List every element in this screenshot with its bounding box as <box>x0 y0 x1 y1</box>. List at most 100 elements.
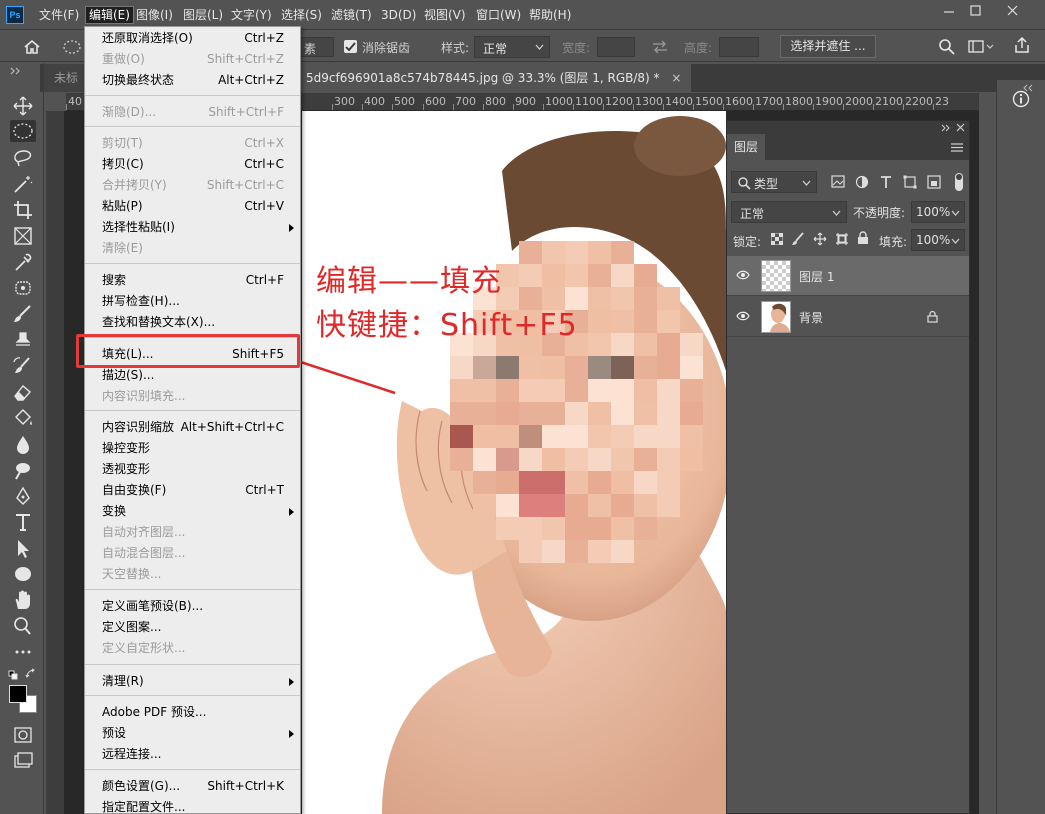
menu-image[interactable]: 图像(I) <box>133 7 176 25</box>
maximize-icon[interactable] <box>963 2 989 20</box>
eye-icon[interactable] <box>736 270 750 280</box>
ellipse-tool-icon[interactable] <box>10 563 36 585</box>
close-icon[interactable] <box>1000 2 1026 20</box>
menu-item-define-pattern[interactable]: 定义图案... <box>85 617 300 638</box>
lock-image-pixels-icon[interactable] <box>791 232 805 246</box>
clone-stamp-tool-icon[interactable] <box>10 329 36 351</box>
filter-adjustment-icon[interactable] <box>855 175 869 189</box>
hand-tool-icon[interactable] <box>10 589 36 611</box>
share-icon[interactable] <box>1013 36 1031 58</box>
menu-item-perspective-warp[interactable]: 透视变形 <box>85 459 300 480</box>
spot-healing-tool-icon[interactable] <box>10 277 36 299</box>
eye-icon[interactable] <box>736 311 750 321</box>
menu-select[interactable]: 选择(S) <box>278 7 325 25</box>
menu-item-assign-profile[interactable]: 指定配置文件... <box>85 797 300 814</box>
menu-item-paste-special[interactable]: 选择性粘贴(I) <box>85 217 300 238</box>
zoom-tool-icon[interactable] <box>10 615 36 637</box>
filter-pixel-icon[interactable] <box>831 175 845 188</box>
properties-info-icon[interactable] <box>1012 90 1030 108</box>
menu-filter[interactable]: 滤镜(T) <box>328 7 375 25</box>
menu-item-purge[interactable]: 清理(R) <box>85 671 300 692</box>
menu-item-transform[interactable]: 变换 <box>85 501 300 522</box>
eyedropper-tool-icon[interactable] <box>10 251 36 273</box>
layer-row-layer1[interactable]: 图层 1 <box>727 256 969 296</box>
swap-icon[interactable] <box>650 39 670 58</box>
menu-item-find-replace-text[interactable]: 查找和替换文本(X)... <box>85 312 300 333</box>
filter-shape-icon[interactable] <box>903 175 917 189</box>
menu-item-puppet-warp[interactable]: 操控变形 <box>85 438 300 459</box>
fill-field[interactable]: 100% <box>911 229 965 251</box>
path-selection-tool-icon[interactable] <box>10 537 36 559</box>
feather-field[interactable]: 素 <box>300 37 334 57</box>
menu-item-adobe-pdf-presets[interactable]: Adobe PDF 预设... <box>85 702 300 723</box>
lock-all-icon[interactable] <box>857 231 869 245</box>
elliptical-marquee-icon[interactable] <box>62 38 86 59</box>
style-select[interactable]: 正常 <box>474 36 550 58</box>
menu-item-remote-connections[interactable]: 远程连接... <box>85 744 300 765</box>
filter-smart-object-icon[interactable] <box>927 175 941 189</box>
layer-name[interactable]: 图层 1 <box>799 268 834 285</box>
lasso-tool-icon[interactable] <box>10 147 36 169</box>
width-field[interactable] <box>597 37 635 57</box>
menu-file[interactable]: 文件(F) <box>36 7 82 25</box>
search-icon[interactable] <box>938 38 956 59</box>
magic-wand-tool-icon[interactable] <box>10 173 36 195</box>
select-and-mask-button[interactable]: 选择并遮住 ... <box>780 35 876 58</box>
menu-help[interactable]: 帮助(H) <box>526 7 574 25</box>
screen-mode-icon[interactable] <box>10 750 36 772</box>
menu-layer[interactable]: 图层(L) <box>180 7 226 25</box>
dodge-tool-icon[interactable] <box>10 459 36 481</box>
lock-artboard-icon[interactable] <box>835 232 849 246</box>
lock-position-icon[interactable] <box>813 232 827 246</box>
menu-item-color-settings[interactable]: 颜色设置(G)... Shift+Ctrl+K <box>85 776 300 797</box>
brush-tool-icon[interactable] <box>10 303 36 325</box>
layer-filter-select[interactable]: 类型 <box>731 171 817 193</box>
menu-item-search[interactable]: 搜索 Ctrl+F <box>85 270 300 291</box>
frame-tool-icon[interactable] <box>10 225 36 247</box>
menu-item-check-spelling[interactable]: 拼写检查(H)... <box>85 291 300 312</box>
menu-edit[interactable]: 编辑(E) <box>85 6 134 24</box>
height-field[interactable] <box>719 37 759 57</box>
filter-type-icon[interactable] <box>879 175 893 189</box>
minimize-icon[interactable] <box>936 2 962 20</box>
menu-item-toggle-last-state[interactable]: 切换最终状态 Alt+Ctrl+Z <box>85 70 300 91</box>
paint-bucket-tool-icon[interactable] <box>10 407 36 429</box>
document-canvas[interactable] <box>302 111 726 814</box>
foreground-color-swatch[interactable] <box>9 685 27 703</box>
tab-active-document[interactable]: 5d9cf696901a8c574b78445.jpg @ 33.3% (图层 … <box>296 64 692 92</box>
menu-type[interactable]: 文字(Y) <box>228 7 275 25</box>
more-tools-icon[interactable] <box>10 641 36 663</box>
home-icon[interactable] <box>22 38 42 59</box>
type-tool-icon[interactable] <box>10 511 36 533</box>
swap-colors-icon[interactable] <box>25 668 37 683</box>
eraser-tool-icon[interactable] <box>10 381 36 403</box>
move-tool-icon[interactable] <box>10 95 36 117</box>
workspace-icon[interactable] <box>968 39 996 58</box>
pen-tool-icon[interactable] <box>10 485 36 507</box>
antialias-checkbox[interactable] <box>344 40 357 53</box>
blend-mode-select[interactable]: 正常 <box>731 201 847 223</box>
menu-item-free-transform[interactable]: 自由变换(F) Ctrl+T <box>85 480 300 501</box>
blur-tool-icon[interactable] <box>10 433 36 455</box>
history-brush-tool-icon[interactable] <box>10 355 36 377</box>
menu-item-undo[interactable]: 还原取消选择(O) Ctrl+Z <box>85 28 300 49</box>
default-colors-icon[interactable] <box>8 669 20 683</box>
menu-window[interactable]: 窗口(W) <box>473 7 524 25</box>
menu-3d[interactable]: 3D(D) <box>378 7 419 25</box>
crop-tool-icon[interactable] <box>10 199 36 221</box>
menu-item-copy[interactable]: 拷贝(C) Ctrl+C <box>85 154 300 175</box>
menu-item-paste[interactable]: 粘贴(P) Ctrl+V <box>85 196 300 217</box>
lock-transparent-pixels-icon[interactable] <box>771 233 783 245</box>
opacity-field[interactable]: 100% <box>911 201 965 223</box>
elliptical-marquee-tool-icon[interactable] <box>10 120 36 142</box>
layer-row-background[interactable]: 背景 <box>727 297 969 337</box>
tab-layers[interactable]: 图层 <box>727 134 765 160</box>
menu-item-presets[interactable]: 预设 <box>85 723 300 744</box>
menu-item-define-brush-preset[interactable]: 定义画笔预设(B)... <box>85 596 300 617</box>
filter-toggle[interactable] <box>955 173 963 191</box>
quick-mask-icon[interactable] <box>10 724 36 746</box>
menu-item-stroke[interactable]: 描边(S)... <box>85 365 300 386</box>
tab-close-icon[interactable]: × <box>671 71 681 85</box>
menu-item-content-aware-scale[interactable]: 内容识别缩放 Alt+Shift+Ctrl+C <box>85 417 300 438</box>
layer-name[interactable]: 背景 <box>799 309 823 326</box>
